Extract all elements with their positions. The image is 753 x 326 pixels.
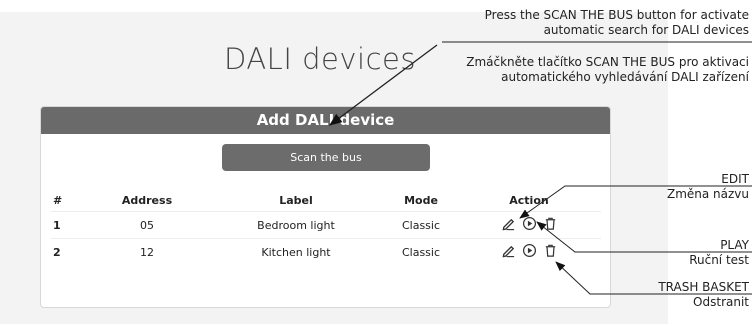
annotation-leader-lines — [328, 41, 752, 295]
leader-play — [536, 221, 752, 253]
leader-edit — [519, 185, 752, 219]
leader-trash — [555, 261, 752, 295]
leader-scan-arrow — [328, 44, 438, 126]
